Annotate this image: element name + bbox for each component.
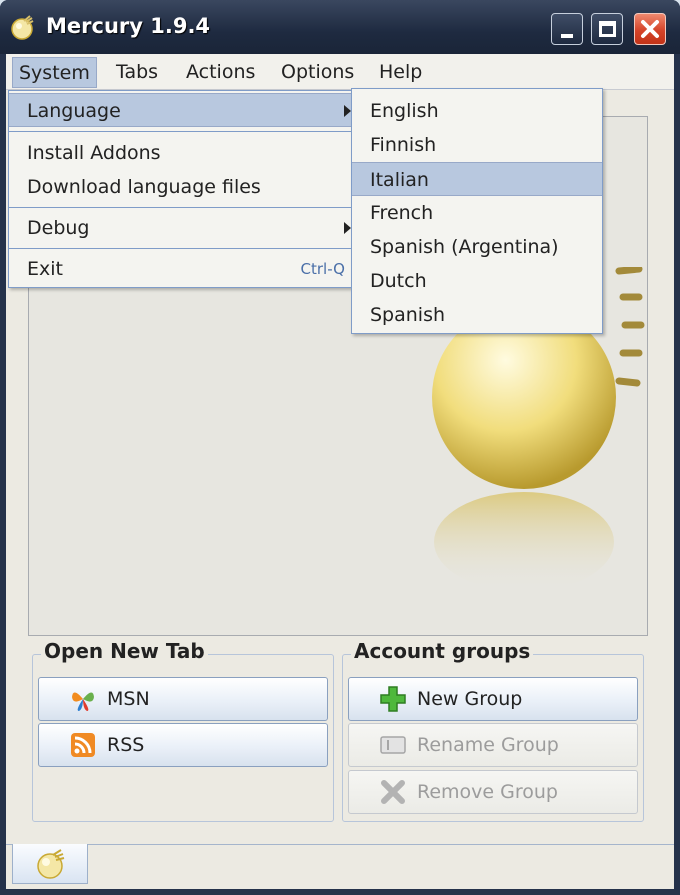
- new-group-label: New Group: [417, 688, 523, 710]
- msn-butterfly-icon: [72, 692, 94, 711]
- new-group-button[interactable]: New Group: [348, 677, 638, 721]
- rename-icon: [380, 736, 406, 754]
- minimize-icon: [561, 34, 573, 38]
- menu-item-download-language-files[interactable]: Download language files: [9, 170, 355, 204]
- rss-button[interactable]: RSS: [38, 723, 328, 767]
- debug-label: Debug: [27, 217, 90, 239]
- exit-label: Exit: [27, 258, 63, 280]
- menu-divider: [9, 207, 355, 208]
- menu-divider: [9, 131, 355, 132]
- mercury-logo-icon: [11, 15, 34, 40]
- language-item-finnish[interactable]: Finnish: [352, 128, 602, 162]
- language-item-english[interactable]: English: [352, 94, 602, 128]
- language-item-spanish-argentina[interactable]: Spanish (Argentina): [352, 230, 602, 264]
- download-language-label: Download language files: [27, 176, 261, 198]
- language-submenu: English Finnish Italian French Spanish (…: [351, 88, 603, 334]
- rename-group-button[interactable]: Rename Group: [348, 723, 638, 767]
- language-item-dutch[interactable]: Dutch: [352, 264, 602, 298]
- rename-group-label: Rename Group: [417, 734, 559, 756]
- remove-x-icon: [381, 780, 405, 804]
- window-title: Mercury 1.9.4: [46, 14, 211, 38]
- close-button[interactable]: [634, 13, 666, 45]
- menu-item-debug[interactable]: Debug: [9, 211, 355, 245]
- menu-actions[interactable]: Actions: [180, 57, 261, 88]
- msn-button-label: MSN: [107, 688, 150, 710]
- remove-group-label: Remove Group: [417, 781, 558, 803]
- submenu-arrow-icon: [344, 222, 351, 234]
- exit-shortcut: Ctrl-Q: [300, 260, 345, 278]
- menu-item-language[interactable]: Language: [9, 93, 355, 127]
- maximize-icon: [599, 21, 616, 37]
- open-new-tab-title: Open New Tab: [41, 639, 208, 663]
- tab-strip: [6, 844, 674, 889]
- title-bar[interactable]: Mercury 1.9.4: [0, 0, 680, 54]
- remove-group-button[interactable]: Remove Group: [348, 770, 638, 814]
- menu-item-exit[interactable]: Exit Ctrl-Q: [9, 252, 355, 286]
- language-label: Language: [27, 100, 121, 122]
- install-addons-label: Install Addons: [27, 142, 161, 164]
- mercury-tab-icon: [37, 849, 65, 879]
- app-window: Mercury 1.9.4 System Tabs Actions Option…: [0, 0, 680, 895]
- client-area: System Tabs Actions Options Help Open Ne…: [6, 54, 674, 889]
- green-plus-icon: [380, 686, 406, 712]
- menu-options[interactable]: Options: [275, 57, 360, 88]
- msn-button[interactable]: MSN: [38, 677, 328, 721]
- close-icon: [641, 20, 659, 38]
- rss-button-label: RSS: [107, 734, 145, 756]
- maximize-button[interactable]: [591, 13, 623, 45]
- menu-bar: System Tabs Actions Options Help: [6, 54, 674, 90]
- rss-icon: [71, 733, 95, 757]
- system-menu: Language Install Addons Download languag…: [8, 90, 356, 288]
- menu-item-install-addons[interactable]: Install Addons: [9, 136, 355, 170]
- submenu-arrow-icon: [344, 105, 351, 117]
- account-groups-title: Account groups: [351, 639, 534, 663]
- open-new-tab-group: Open New Tab MSN RSS: [32, 639, 334, 822]
- language-item-spanish[interactable]: Spanish: [352, 298, 602, 332]
- language-item-italian[interactable]: Italian: [352, 162, 602, 196]
- menu-divider: [9, 248, 355, 249]
- menu-system[interactable]: System: [12, 57, 97, 88]
- menu-help[interactable]: Help: [373, 57, 428, 88]
- minimize-button[interactable]: [551, 13, 583, 45]
- language-item-french[interactable]: French: [352, 196, 602, 230]
- menu-tabs[interactable]: Tabs: [110, 57, 164, 88]
- mercury-tab[interactable]: [12, 844, 88, 884]
- account-groups-group: Account groups New Group Rename Group Re…: [342, 639, 644, 822]
